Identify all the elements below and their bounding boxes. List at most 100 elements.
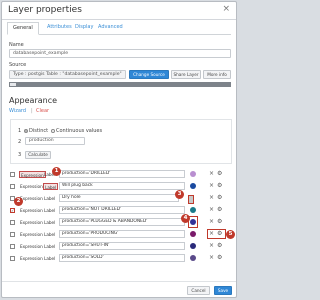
close-icon[interactable]: × bbox=[222, 5, 230, 14]
rule-row: Expression Label production='SHUT-IN' × … bbox=[10, 242, 232, 251]
rule-value-field[interactable]: production='PRODUCING' bbox=[59, 230, 185, 238]
delete-icon[interactable]: × bbox=[209, 194, 214, 202]
rule-value-field[interactable]: production='PLUGGED & ABANDONED' bbox=[59, 218, 185, 226]
rule-color-swatch[interactable] bbox=[190, 243, 196, 249]
attribute-select[interactable]: production bbox=[25, 137, 85, 145]
horizontal-scrollbar[interactable] bbox=[9, 82, 231, 87]
delete-icon[interactable]: × bbox=[209, 170, 214, 178]
rule-color-swatch[interactable] bbox=[190, 171, 196, 177]
delete-icon[interactable]: × bbox=[209, 254, 214, 262]
link-separator: | bbox=[31, 108, 33, 114]
scrollbar-thumb[interactable] bbox=[10, 83, 16, 86]
rule-checkbox[interactable]: ✓ bbox=[10, 208, 15, 213]
label-toggle[interactable]: Label bbox=[43, 207, 56, 214]
callout-badge: 4 bbox=[181, 214, 190, 223]
change-source-button[interactable]: Change Source bbox=[129, 70, 169, 79]
dialog-footer: Cancel Save bbox=[2, 281, 236, 297]
rule-row: Expression Label production='PRODUCING' … bbox=[10, 230, 232, 239]
tab-display[interactable]: Display bbox=[75, 24, 93, 30]
expression-toggle[interactable]: Expression bbox=[19, 207, 44, 214]
gear-icon[interactable]: ⚙ bbox=[217, 194, 222, 202]
calculate-button[interactable]: Calculate bbox=[25, 151, 51, 159]
rule-checkbox[interactable] bbox=[10, 184, 15, 189]
save-button[interactable]: Save bbox=[214, 286, 232, 295]
continuous-label: Continuous values bbox=[56, 128, 103, 134]
callout-badge: 1 bbox=[52, 167, 61, 176]
expression-toggle[interactable]: Expression bbox=[19, 219, 44, 226]
rule-value-field[interactable]: production='NOT DRILLED' bbox=[59, 206, 185, 214]
rule-value-field[interactable]: production='SHUT-IN' bbox=[59, 242, 185, 250]
rule-checkbox[interactable] bbox=[10, 232, 15, 237]
wizard-step-number: 3 bbox=[18, 152, 22, 158]
rule-value-field[interactable]: production='SOLD' bbox=[59, 254, 185, 262]
wizard-step-number: 2 bbox=[18, 139, 22, 145]
gear-icon[interactable]: ⚙ bbox=[217, 170, 222, 178]
callout-badge: 2 bbox=[14, 197, 23, 206]
rule-color-swatch[interactable] bbox=[190, 255, 196, 261]
callout-highlight-actions bbox=[207, 229, 226, 239]
attribute-select-value: production bbox=[29, 138, 54, 143]
label-toggle[interactable]: Label bbox=[43, 255, 56, 262]
distinct-option[interactable]: Distinct bbox=[24, 128, 48, 134]
tab-general[interactable]: General bbox=[7, 22, 39, 35]
share-layer-button[interactable]: Share Layer bbox=[171, 70, 201, 79]
rule-row: Expression Label production='DRILLED' × … bbox=[10, 170, 232, 179]
tab-attributes[interactable]: Attributes bbox=[47, 24, 72, 30]
callout-badge: 5 bbox=[226, 230, 235, 239]
rule-row: ✓ Expression Label production='NOT DRILL… bbox=[10, 206, 232, 215]
cancel-button[interactable]: Cancel bbox=[187, 286, 210, 295]
tab-bar: General Attributes Display Advanced bbox=[7, 22, 231, 35]
rule-checkbox[interactable] bbox=[10, 256, 15, 261]
dialog-title: Layer properties bbox=[8, 5, 82, 15]
wizard-step-number: 1 bbox=[18, 128, 22, 134]
continuous-option[interactable]: Continuous values bbox=[51, 128, 102, 134]
rule-color-swatch[interactable] bbox=[190, 207, 196, 213]
expression-toggle[interactable]: Expression bbox=[19, 183, 44, 190]
more-info-button[interactable]: More info bbox=[203, 70, 231, 79]
delete-icon[interactable]: × bbox=[209, 242, 214, 250]
gear-icon[interactable]: ⚙ bbox=[217, 254, 222, 262]
name-field[interactable]: databasepoint_example bbox=[9, 49, 231, 58]
rule-color-swatch[interactable] bbox=[190, 183, 196, 189]
rule-color-swatch[interactable] bbox=[190, 231, 196, 237]
rule-row: Expression Label Dry hole × ⚙ bbox=[10, 194, 232, 204]
label-toggle[interactable]: Label bbox=[43, 243, 56, 250]
clear-link[interactable]: Clear bbox=[36, 108, 49, 114]
rule-row: Expression Label production='PLUGGED & A… bbox=[10, 218, 232, 227]
tab-advanced[interactable]: Advanced bbox=[98, 24, 123, 30]
delete-icon[interactable]: × bbox=[209, 182, 214, 190]
rule-value-field[interactable]: production='DRILLED' bbox=[59, 170, 185, 178]
rule-checkbox[interactable] bbox=[10, 172, 15, 177]
expression-toggle[interactable]: Expression bbox=[19, 243, 44, 250]
rule-value-field[interactable]: Will plug back bbox=[59, 182, 185, 190]
dialog-titlebar: Layer properties × bbox=[2, 2, 236, 20]
gear-icon[interactable]: ⚙ bbox=[217, 242, 222, 250]
gear-icon[interactable]: ⚙ bbox=[217, 182, 222, 190]
label-toggle[interactable]: Label bbox=[43, 219, 56, 226]
expression-toggle[interactable]: Expression bbox=[19, 171, 46, 178]
wizard-panel: 1 Distinct Continuous values 2 productio… bbox=[10, 119, 232, 164]
callout-badge: 3 bbox=[175, 190, 184, 199]
continuous-radio[interactable] bbox=[51, 128, 55, 133]
expression-toggle[interactable]: Expression bbox=[19, 231, 44, 238]
rule-color-swatch[interactable] bbox=[188, 195, 194, 204]
delete-icon[interactable]: × bbox=[209, 218, 214, 226]
gear-icon[interactable]: ⚙ bbox=[217, 218, 222, 226]
rule-checkbox[interactable] bbox=[10, 220, 15, 225]
label-toggle[interactable]: Label bbox=[43, 183, 59, 190]
source-label: Source bbox=[9, 62, 27, 68]
label-toggle[interactable]: Label bbox=[43, 231, 56, 238]
rule-value-field[interactable]: Dry hole bbox=[59, 194, 179, 202]
gear-icon[interactable]: ⚙ bbox=[217, 206, 222, 214]
delete-icon[interactable]: × bbox=[209, 206, 214, 214]
expression-toggle[interactable]: Expression bbox=[19, 255, 44, 262]
name-label: Name bbox=[9, 42, 24, 48]
wizard-link[interactable]: Wizard bbox=[9, 108, 26, 114]
layer-properties-dialog: Layer properties × General Attributes Di… bbox=[1, 1, 237, 298]
rule-checkbox[interactable] bbox=[10, 244, 15, 249]
source-field: Type : postgis Table : "databasepoint_ex… bbox=[9, 70, 126, 79]
label-toggle[interactable]: Label bbox=[43, 195, 56, 202]
distinct-label: Distinct bbox=[29, 128, 49, 134]
distinct-radio[interactable] bbox=[24, 128, 28, 133]
appearance-heading: Appearance bbox=[9, 96, 58, 105]
